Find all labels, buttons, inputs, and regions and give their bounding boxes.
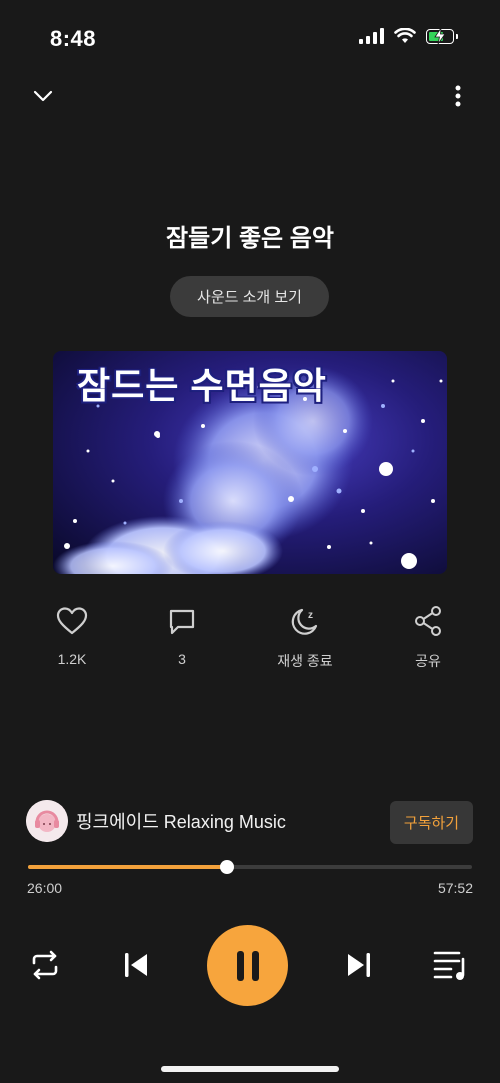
progress-fill [28, 865, 228, 869]
collapse-chevron-down-icon[interactable] [30, 84, 56, 108]
channel-info[interactable]: 핑크에이드 Relaxing Music [26, 800, 286, 842]
wifi-icon [394, 28, 416, 43]
share-icon[interactable] [388, 601, 468, 641]
artwork-caption: 잠드는 수면음악 [77, 365, 327, 406]
pause-button[interactable] [207, 925, 288, 1006]
progress-thumb[interactable] [220, 860, 235, 874]
status-icons [359, 27, 458, 44]
home-indicator[interactable] [161, 1066, 339, 1072]
previous-track-icon[interactable] [120, 950, 152, 980]
channel-avatar[interactable] [26, 800, 68, 842]
elapsed-time: 26:00 [27, 880, 63, 896]
repeat-icon[interactable] [28, 947, 62, 983]
moon-sleep-icon[interactable]: z [265, 601, 345, 641]
comment-count: 3 [178, 651, 186, 667]
share-label: 공유 [415, 653, 441, 669]
comment-icon[interactable] [142, 601, 222, 641]
progress-bar[interactable] [28, 860, 472, 874]
cellular-signal-icon [359, 28, 384, 44]
like-count: 1.2K [57, 651, 87, 667]
svg-text:z: z [308, 610, 313, 621]
next-track-icon[interactable] [343, 950, 375, 980]
pause-icon[interactable] [234, 949, 262, 983]
album-artwork: 잠드는 수면음악 [53, 351, 447, 574]
sleep-timer-label: 재생 종료 [277, 653, 333, 669]
sleep-timer-action[interactable]: z 재생 종료 [265, 601, 345, 671]
channel-name[interactable]: 핑크에이드 Relaxing Music [76, 808, 286, 834]
sound-intro-button[interactable]: 사운드 소개 보기 [170, 276, 329, 317]
battery-icon [426, 27, 458, 44]
status-time: 8:48 [50, 26, 97, 51]
comment-action[interactable]: 3 [142, 601, 222, 667]
total-time: 57:52 [437, 880, 473, 896]
subscribe-button[interactable]: 구독하기 [390, 801, 473, 844]
track-title: 잠들기 좋은 음악 [166, 225, 334, 252]
share-action[interactable]: 공유 [388, 601, 468, 671]
more-options-icon[interactable] [446, 82, 470, 110]
like-action[interactable]: 1.2K [32, 601, 112, 667]
heart-icon[interactable] [32, 601, 112, 641]
playlist-icon[interactable] [432, 948, 470, 982]
